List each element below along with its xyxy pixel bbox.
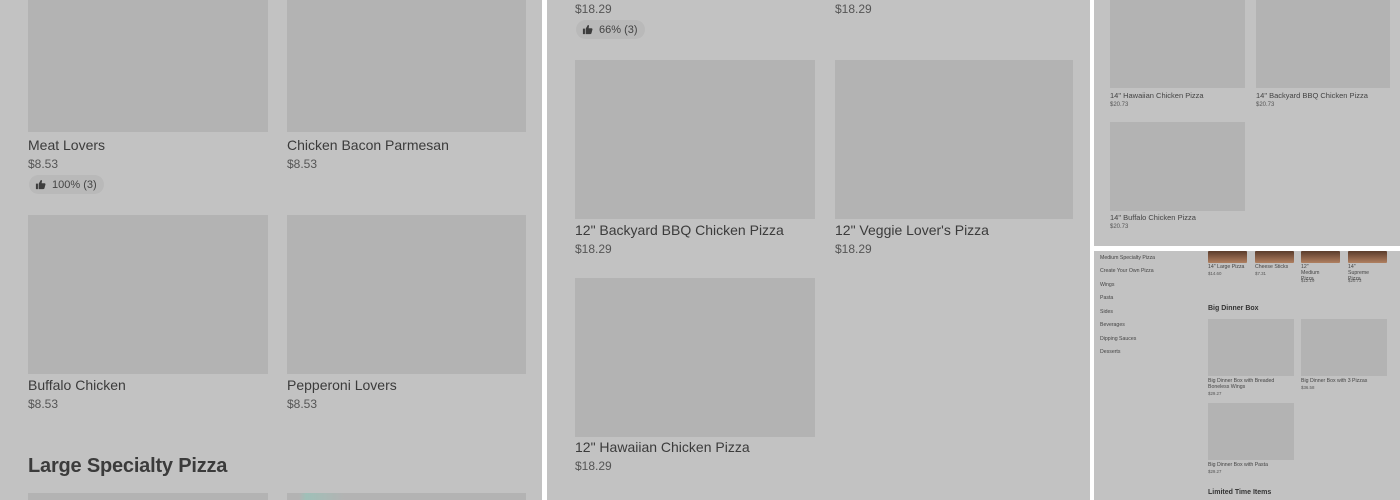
menu-item-price: $18.29 xyxy=(835,242,872,256)
featured-item-name: 14" Large Pizza xyxy=(1208,264,1245,270)
menu-item-image xyxy=(1110,0,1245,88)
menu-item-name: Big Dinner Box with Breaded Boneless Win… xyxy=(1208,378,1275,390)
sidebar-item-dipping-sauces[interactable]: Dipping Sauces xyxy=(1100,336,1136,342)
menu-item-image xyxy=(287,0,526,132)
menu-item-price: $8.53 xyxy=(28,157,59,171)
menu-item-image xyxy=(575,60,815,219)
menu-item-price: $36.58 xyxy=(1301,385,1315,390)
featured-item-name: Cheese Sticks xyxy=(1255,264,1289,270)
menu-item-card[interactable]: 14" Buffalo Chicken Pizza $20.73 xyxy=(1110,122,1246,237)
section-heading: Large Specialty Pizza xyxy=(28,455,228,477)
menu-item-name: 12" Hawaiian Chicken Pizza xyxy=(575,439,750,455)
menu-item-name: Big Dinner Box with Pasta xyxy=(1208,462,1268,468)
sidebar-item-beverages[interactable]: Beverages xyxy=(1100,322,1125,328)
menu-item-price: $29.27 xyxy=(1208,469,1222,474)
featured-item-price: $20.73 xyxy=(1348,278,1362,283)
sidebar-item-wings[interactable]: Wings xyxy=(1100,282,1114,288)
section-heading: Big Dinner Box xyxy=(1208,305,1259,312)
menu-item-name: Buffalo Chicken xyxy=(28,377,126,393)
menu-item-price: $18.29 xyxy=(575,242,612,256)
sidebar-item-create-your-own-pizza[interactable]: Create Your Own Pizza xyxy=(1100,268,1154,274)
menu-item-card[interactable]: Big Dinner Box with Breaded Boneless Win… xyxy=(1208,319,1296,399)
menu-item-price: $18.29 xyxy=(575,2,612,16)
sidebar-item-sides[interactable]: Sides xyxy=(1100,309,1113,315)
featured-item-image xyxy=(1301,251,1340,263)
menu-item-name: 14" Hawaiian Chicken Pizza xyxy=(1110,91,1204,100)
menu-item-image[interactable] xyxy=(287,493,526,500)
menu-item-image xyxy=(835,60,1073,219)
menu-item-card[interactable]: 12" Veggie Lover's Pizza $18.29 xyxy=(835,60,1075,260)
menu-item-price: $20.73 xyxy=(1110,102,1129,108)
featured-item-price: $14.60 xyxy=(1208,271,1222,276)
rating-badge: 100% (3) xyxy=(29,175,104,194)
menu-panel-14-inch-pizza: 14" Hawaiian Chicken Pizza $20.73 14" Ba… xyxy=(1094,0,1400,246)
menu-item-image xyxy=(1301,319,1387,376)
featured-item-card[interactable]: 12" Medium Pizza $12.19 xyxy=(1301,251,1343,285)
thumbs-up-icon xyxy=(35,180,46,190)
menu-item-image xyxy=(287,215,526,374)
menu-item-price: $8.53 xyxy=(287,397,318,411)
menu-item-card[interactable]: Meat Lovers $8.53 xyxy=(28,0,268,190)
menu-item-image xyxy=(28,0,268,132)
menu-item-name: 12" Backyard BBQ Chicken Pizza xyxy=(575,222,784,238)
featured-item-price: $12.19 xyxy=(1301,278,1315,283)
featured-item-card[interactable]: Cheese Sticks $7.31 xyxy=(1255,251,1297,285)
menu-item-name: Chicken Bacon Parmesan xyxy=(287,137,449,153)
sidebar-item-medium-specialty-pizza[interactable]: Medium Specialty Pizza xyxy=(1100,255,1155,261)
rating-badge: 66% (3) xyxy=(576,20,645,39)
menu-item-image xyxy=(1208,319,1294,376)
menu-item-name: Pepperoni Lovers xyxy=(287,377,397,393)
menu-panel-medium-specialty: Meat Lovers $8.53 100% (3) Chicken Bacon… xyxy=(0,0,542,500)
featured-item-price: $7.31 xyxy=(1255,271,1266,276)
menu-item-image xyxy=(1256,0,1390,88)
menu-item-card[interactable]: 14" Backyard BBQ Chicken Pizza $20.73 xyxy=(1256,0,1392,115)
menu-panel-12-inch-pizza: $18.29 $18.29 66% (3) 12" Backyard BBQ C… xyxy=(547,0,1090,500)
menu-item-card[interactable]: 12" Hawaiian Chicken Pizza $18.29 xyxy=(575,278,815,478)
menu-item-name: 14" Backyard BBQ Chicken Pizza xyxy=(1256,91,1368,100)
rating-text: 66% (3) xyxy=(599,23,638,36)
menu-item-card[interactable]: Pepperoni Lovers $8.53 xyxy=(287,215,527,415)
featured-item-card[interactable]: 14" Large Pizza $14.60 xyxy=(1208,251,1250,285)
menu-item-price: $18.29 xyxy=(835,2,872,16)
menu-item-image[interactable] xyxy=(28,493,268,500)
featured-item-image xyxy=(1255,251,1294,263)
menu-item-card[interactable]: 14" Hawaiian Chicken Pizza $20.73 xyxy=(1110,0,1246,115)
menu-item-image xyxy=(1208,403,1294,460)
menu-item-image xyxy=(575,278,815,437)
menu-item-card[interactable]: Chicken Bacon Parmesan $8.53 xyxy=(287,0,527,180)
menu-item-name: 12" Veggie Lover's Pizza xyxy=(835,222,989,238)
menu-item-price: $20.73 xyxy=(1256,102,1275,108)
menu-item-card[interactable]: Big Dinner Box with Pasta $29.27 xyxy=(1208,403,1296,478)
menu-item-name: Big Dinner Box with 3 Pizzas xyxy=(1301,378,1368,384)
menu-item-price: $8.53 xyxy=(28,397,59,411)
menu-item-card[interactable]: Buffalo Chicken $8.53 xyxy=(28,215,268,415)
section-heading: Limited Time Items xyxy=(1208,489,1272,496)
menu-item-price: $20.73 xyxy=(1110,224,1129,230)
menu-item-image xyxy=(28,215,268,374)
menu-item-card[interactable]: Big Dinner Box with 3 Pizzas $36.58 xyxy=(1301,319,1389,399)
menu-item-price: $8.53 xyxy=(287,157,318,171)
category-sidebar: Medium Specialty Pizza Create Your Own P… xyxy=(1100,255,1200,365)
menu-item-name: Meat Lovers xyxy=(28,137,106,153)
featured-item-card[interactable]: 14" Supreme Pizza $20.73 xyxy=(1348,251,1390,285)
menu-item-price: $18.29 xyxy=(575,459,612,473)
menu-item-name: 14" Buffalo Chicken Pizza xyxy=(1110,213,1196,222)
sidebar-item-desserts[interactable]: Desserts xyxy=(1100,349,1120,355)
thumbs-up-icon xyxy=(582,25,593,35)
menu-panel-overview: Medium Specialty Pizza Create Your Own P… xyxy=(1094,251,1400,500)
rating-text: 100% (3) xyxy=(52,178,97,191)
menu-item-image xyxy=(1110,122,1245,211)
menu-item-price: $29.27 xyxy=(1208,391,1222,396)
menu-item-card[interactable]: 12" Backyard BBQ Chicken Pizza $18.29 xyxy=(575,60,815,260)
featured-item-image xyxy=(1348,251,1387,263)
featured-item-image xyxy=(1208,251,1247,263)
sidebar-item-pasta[interactable]: Pasta xyxy=(1100,295,1113,301)
